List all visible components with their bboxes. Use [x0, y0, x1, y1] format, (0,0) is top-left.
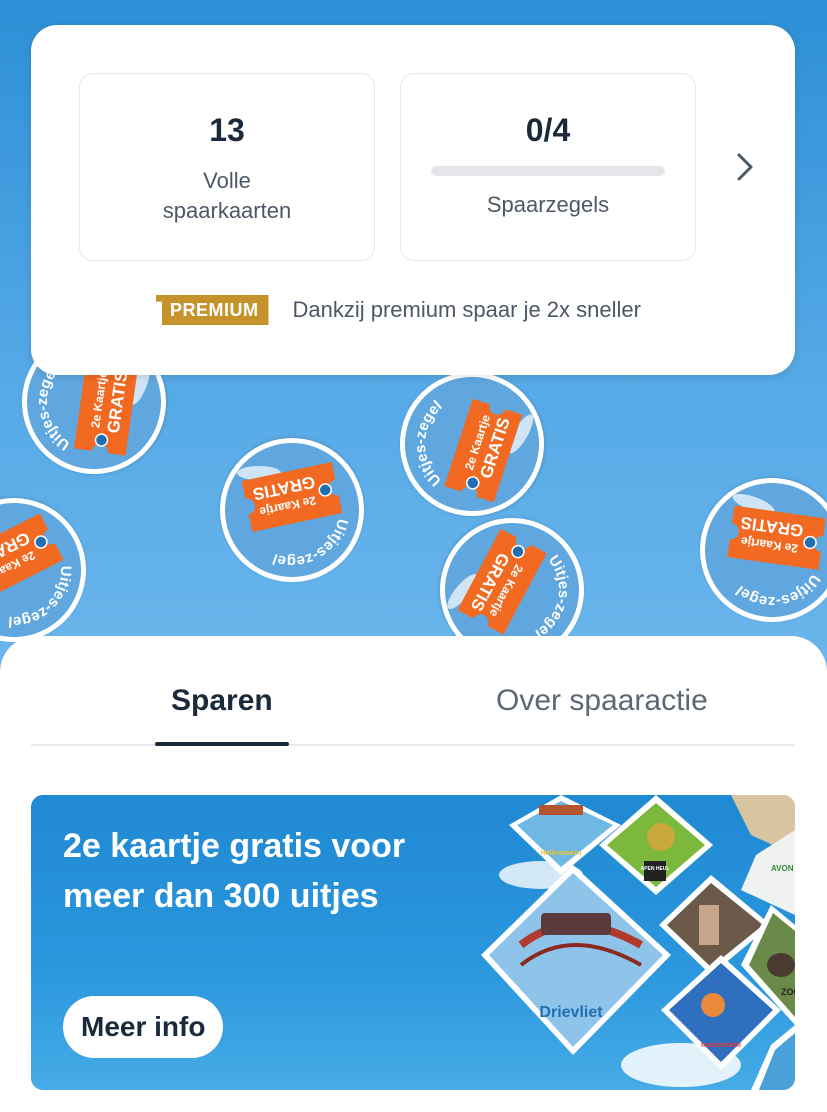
tab-over-spaaractie[interactable]: Over spaaractie — [496, 684, 708, 718]
full-cards-label: Volle spaarkaarten — [162, 168, 292, 223]
promo-title: 2e kaartje gratis voor meer dan 300 uitj… — [63, 827, 406, 915]
drievliet-logo: Drievliet — [539, 1004, 603, 1021]
uitjes-zegel-stamp: Uitjes-zegel 2e Kaartje GRATIS — [220, 438, 364, 582]
zoo-logo: ZOO — [781, 987, 795, 997]
hellendoorn-logo: Hellendoorn — [541, 850, 582, 857]
stamps-box: 0/4 Spaarzegels — [400, 73, 696, 261]
full-cards-count: 13 — [209, 112, 245, 148]
savings-stats-card[interactable]: 13 Volle spaarkaarten 0/4 Spaarzegels PR… — [31, 25, 795, 375]
premium-badge: PREMIUM — [156, 295, 269, 325]
avonturenpark-logo: AVON — [771, 864, 794, 873]
stamp-art: Uitjes-zegel2e KaartjeGRATIS — [390, 395, 534, 503]
stamps-progress-bar — [431, 166, 665, 176]
stamp-art: Uitjes-zegel2e KaartjeGRATIS — [237, 462, 351, 570]
chevron-right-icon[interactable] — [731, 147, 759, 187]
drievliet-tile: Drievliet — [481, 865, 671, 1055]
tab-bar: Sparen Over spaaractie — [31, 636, 795, 746]
attractions-collage: Hellendoorn APEN HEUL AVON Drievliet ZO … — [481, 795, 795, 1090]
stamps-count: 0/4 — [525, 112, 571, 148]
ah-logo-icon — [94, 433, 109, 447]
apenheul-tile: APEN HEUL — [599, 795, 713, 895]
madurodam-logo: madurodam — [701, 1042, 741, 1049]
uitjes-zegel-stamp: Uitjes-zegel 2e Kaartje GRATIS — [679, 457, 827, 643]
active-tab-indicator — [155, 742, 289, 746]
premium-text: Dankzij premium spaar je 2x sneller — [292, 297, 641, 322]
stamps-label: Spaarzegels — [486, 192, 610, 217]
promo-banner[interactable]: 2e kaartje gratis voor meer dan 300 uitj… — [31, 795, 795, 1090]
tab-sparen[interactable]: Sparen — [171, 684, 273, 718]
uitjes-zegel-stamp: Uitjes-zegel 2e Kaartje GRATIS — [0, 481, 103, 659]
meer-info-button[interactable]: Meer info — [63, 996, 224, 1058]
uitjes-zegel-stamp: Uitjes-zegel 2e Kaartje GRATIS — [373, 345, 571, 543]
stamp-art: Uitjes-zegel2e KaartjeGRATIS — [0, 513, 87, 634]
apenheul-logo: APEN HEUL — [641, 866, 670, 872]
ah-logo-icon — [803, 535, 817, 550]
content-sheet: Sparen Over spaaractie 2e kaartje gratis… — [0, 636, 827, 1112]
stamp-art: Uitjes-zegel2e KaartjeGRATIS — [727, 493, 826, 627]
premium-info: PREMIUM Dankzij premium spaar je 2x snel… — [156, 293, 641, 327]
full-cards-box: 13 Volle spaarkaarten — [79, 73, 375, 261]
